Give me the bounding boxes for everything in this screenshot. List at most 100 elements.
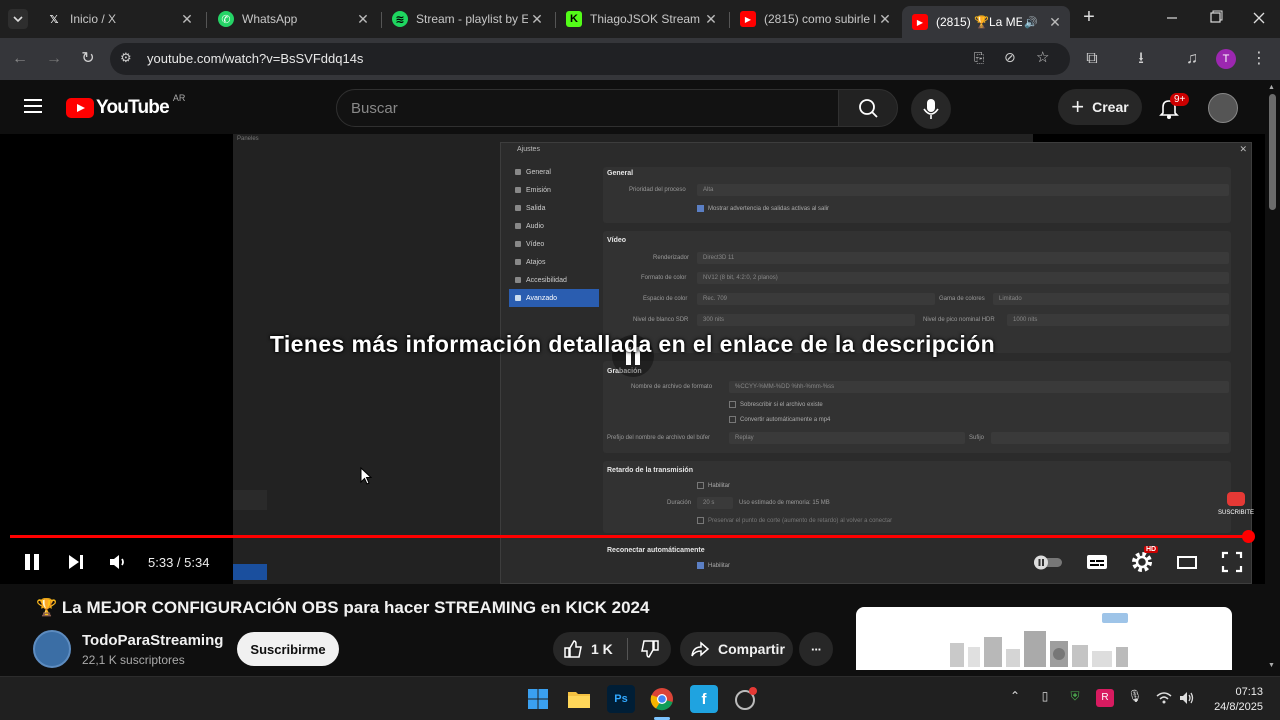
browser-tab[interactable]: K ThiagoJSOK Stream - ✕ [556,4,726,34]
hamburger-menu-icon[interactable] [22,97,44,115]
windows-taskbar: Ps f ⌃ ▯ ⛨ R 🎙 07:13 24/8/2025 [0,676,1280,720]
site-info-icon[interactable]: ⚙ [120,50,132,66]
browser-menu-icon[interactable]: ⋮ [1247,47,1271,71]
like-button[interactable]: 1 K [553,632,627,666]
like-count: 1 K [591,641,613,657]
channel-name[interactable]: TodoParaStreaming [82,632,223,649]
obs-section-title: General [607,170,634,177]
youtube-icon: ▶ [912,14,928,30]
windows-start-icon[interactable] [524,685,552,713]
tab-title: Stream - playlist by El [416,12,528,26]
microphone-tray-icon[interactable]: 🎙 [1126,689,1144,707]
browser-tab[interactable]: ≋ Stream - playlist by El ✕ [382,4,552,34]
app-tray-icon[interactable]: R [1096,689,1114,707]
close-window-button[interactable] [1247,8,1271,28]
country-code: AR [172,93,186,103]
notifications-button[interactable]: 9+ [1156,93,1190,121]
obs-nav-item-selected: Avanzado [509,289,599,307]
fullscreen-button[interactable] [1220,550,1244,574]
media-controls-icon[interactable]: ♫ [1180,47,1204,71]
chrome-icon[interactable] [648,685,676,713]
ad-banner[interactable] [856,607,1232,670]
time-separator: / [173,555,185,570]
share-label: Compartir [718,641,785,657]
browser-tab[interactable]: 𝕏 Inicio / X ✕ [36,4,202,34]
autoplay-toggle[interactable] [1030,550,1066,574]
next-button[interactable] [64,550,88,574]
wifi-icon[interactable] [1155,689,1173,707]
page-scrollbar[interactable]: ▲ ▼ [1265,80,1280,676]
mouse-cursor [360,466,374,492]
tab-close-icon[interactable]: ✕ [528,11,546,28]
scroll-up-arrow-icon[interactable]: ▲ [1268,84,1275,91]
tab-close-icon[interactable]: ✕ [178,11,196,28]
downloads-icon[interactable]: ⭳ [1129,47,1153,71]
subscribe-button[interactable]: Suscribirme [237,632,339,666]
browser-tab-strip: 𝕏 Inicio / X ✕ ✆ WhatsApp ✕ ≋ Stream - p… [0,0,1280,38]
browser-tab[interactable]: ✆ WhatsApp ✕ [208,4,378,34]
maximize-button[interactable] [1203,8,1227,28]
tray-overflow-icon[interactable]: ⌃ [1006,689,1024,707]
back-icon[interactable]: ← [8,47,32,71]
url-text[interactable]: youtube.com/watch?v=BsSVFddq14s [147,51,363,66]
skip-next-icon [69,555,83,569]
minimize-button[interactable] [1160,8,1184,28]
more-actions-button[interactable]: ··· [799,632,833,666]
create-label: Crear [1092,99,1129,115]
autoplay-toggle-icon [1034,555,1062,570]
pause-button[interactable] [20,550,44,574]
create-button[interactable]: + Crear [1058,89,1142,125]
search-button[interactable] [838,89,898,127]
tracking-protection-icon[interactable]: ⊘ [1004,49,1016,66]
tab-search-button[interactable] [8,9,28,29]
tab-close-icon[interactable]: ✕ [876,11,894,28]
search-placeholder: Buscar [351,100,398,117]
dislike-button[interactable] [628,632,671,666]
bookmark-star-icon[interactable]: ☆ [1036,48,1049,66]
address-bar[interactable]: ⚙ youtube.com/watch?v=BsSVFddq14s ⎘ ⊘ ☆ [110,43,1070,75]
obs-combo: NV12 (8 bit, 4:2:0, 2 planos) [697,272,1229,284]
obs-nav-item: Accesibilidad [509,271,599,289]
browser-tab-active[interactable]: ▶ (2815) 🏆La MEJ 🔊 ✕ [902,6,1070,38]
search-input[interactable]: Buscar [336,89,839,127]
share-button[interactable]: Compartir [680,632,793,666]
install-app-icon[interactable]: ⎘ [974,50,984,66]
search-icon [859,99,878,118]
subtitles-button[interactable] [1085,550,1109,574]
scroll-down-arrow-icon[interactable]: ▼ [1268,662,1275,669]
forward-icon[interactable]: → [42,47,66,71]
browser-tab[interactable]: ▶ (2815) como subirle l ✕ [730,4,900,34]
tab-close-icon[interactable]: ✕ [702,11,720,28]
settings-button[interactable]: HD [1130,546,1159,574]
video-player[interactable]: Paneles Ajustes ✕ General Emisión Salida… [0,134,1265,584]
profile-avatar[interactable]: T [1216,49,1236,69]
account-avatar[interactable] [1208,93,1238,123]
obs-close-icon: ✕ [1239,144,1247,154]
taskbar-clock[interactable]: 07:13 24/8/2025 [1205,685,1263,715]
file-explorer-icon[interactable] [565,685,593,713]
tab-audio-icon[interactable]: 🔊 [1022,16,1040,29]
tab-close-icon[interactable]: ✕ [354,11,372,28]
ad-brand-logo [1102,613,1128,623]
app-recorder-icon[interactable] [731,685,759,713]
battery-device-icon[interactable]: ▯ [1036,689,1054,707]
voice-search-button[interactable] [911,89,951,129]
progress-bar[interactable] [10,530,1256,543]
channel-watermark[interactable]: SUSCRIBITE [1216,492,1256,516]
youtube-logo[interactable]: YouTube AR [66,93,185,119]
security-shield-icon[interactable]: ⛨ [1066,689,1084,707]
time-display: 5:33 / 5:34 [148,555,209,570]
app-f-icon[interactable]: f [690,685,718,713]
tab-close-icon[interactable]: ✕ [1046,14,1064,31]
reload-icon[interactable]: ↻ [76,47,100,71]
speaker-icon[interactable] [1178,689,1196,707]
obs-settings-pane: General Prioridad del proceso Alta Mostr… [603,163,1237,583]
theater-mode-button[interactable] [1175,550,1199,574]
photoshop-icon[interactable]: Ps [607,685,635,713]
new-tab-button[interactable]: + [1078,6,1100,30]
channel-avatar[interactable] [33,630,71,668]
scrollbar-thumb[interactable] [1269,94,1276,210]
volume-button[interactable] [106,550,130,574]
extensions-icon[interactable]: ⧉ [1080,47,1104,71]
obs-label: Nivel de blanco SDR [633,317,689,323]
